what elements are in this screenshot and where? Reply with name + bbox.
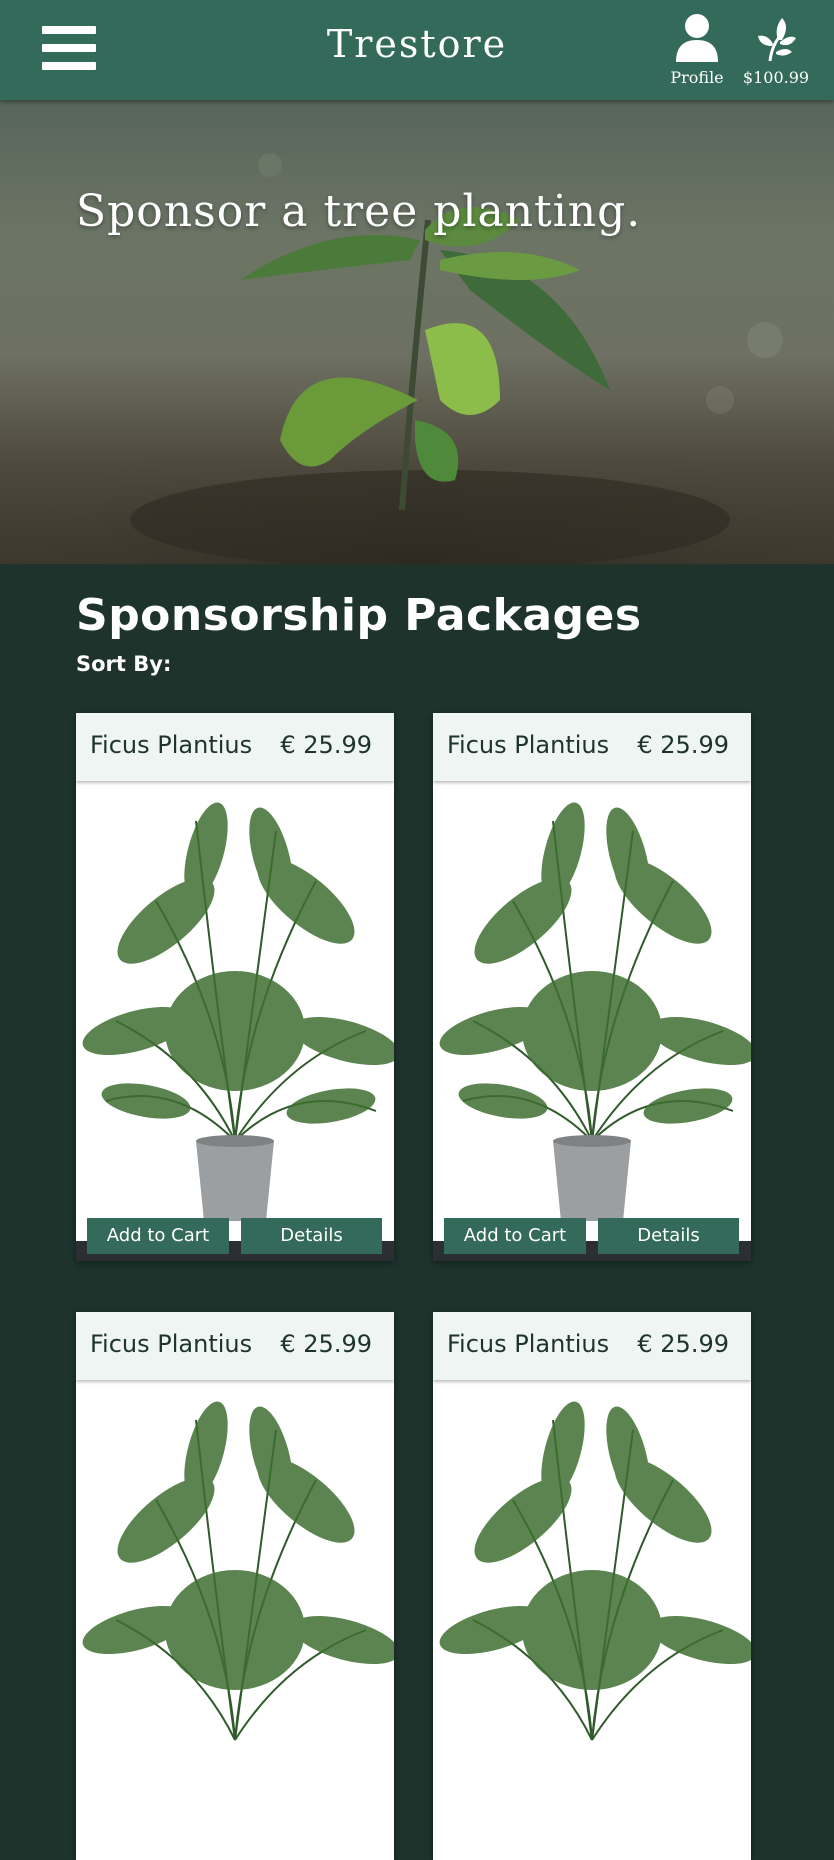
product-name: Ficus Plantius bbox=[90, 731, 253, 759]
potted-palm-image bbox=[76, 1380, 394, 1860]
sapling-image bbox=[0, 153, 834, 564]
product-card: Ficus Plantius € 25.99 bbox=[433, 1312, 751, 1860]
product-card: Ficus Plantius € 25.99 Add to Cart Detai… bbox=[76, 713, 394, 1261]
product-card-header: Ficus Plantius € 25.99 bbox=[76, 1312, 394, 1380]
hero-title: Sponsor a tree planting. bbox=[76, 186, 642, 237]
product-price: € 25.99 bbox=[637, 731, 729, 759]
top-nav-bar: Trestore Profile $100.99 bbox=[0, 0, 834, 100]
product-price: € 25.99 bbox=[637, 1330, 729, 1358]
hero-banner: Sponsor a tree planting. bbox=[0, 100, 834, 564]
product-card: Ficus Plantius € 25.99 Add to Cart Detai… bbox=[433, 713, 751, 1261]
product-name: Ficus Plantius bbox=[447, 731, 610, 759]
product-card-header: Ficus Plantius € 25.99 bbox=[433, 1312, 751, 1380]
potted-palm-image bbox=[433, 781, 751, 1261]
person-icon bbox=[676, 14, 718, 62]
potted-palm-image bbox=[433, 1380, 751, 1860]
product-name: Ficus Plantius bbox=[90, 1330, 253, 1358]
add-to-cart-button[interactable]: Add to Cart bbox=[87, 1218, 229, 1254]
product-price: € 25.99 bbox=[280, 1330, 372, 1358]
section-title: Sponsorship Packages bbox=[76, 590, 642, 641]
profile-button[interactable]: Profile bbox=[666, 12, 728, 87]
sprout-icon bbox=[758, 18, 796, 62]
balance-button[interactable]: $100.99 bbox=[740, 12, 812, 87]
add-to-cart-button[interactable]: Add to Cart bbox=[444, 1218, 586, 1254]
profile-label: Profile bbox=[670, 68, 724, 87]
product-card-header: Ficus Plantius € 25.99 bbox=[76, 713, 394, 781]
product-price: € 25.99 bbox=[280, 731, 372, 759]
details-button[interactable]: Details bbox=[241, 1218, 382, 1254]
product-card: Ficus Plantius € 25.99 bbox=[76, 1312, 394, 1860]
sort-by-label[interactable]: Sort By: bbox=[76, 652, 171, 676]
product-name: Ficus Plantius bbox=[447, 1330, 610, 1358]
balance-amount: $100.99 bbox=[742, 68, 810, 87]
details-button[interactable]: Details bbox=[598, 1218, 739, 1254]
product-card-header: Ficus Plantius € 25.99 bbox=[433, 713, 751, 781]
potted-palm-image bbox=[76, 781, 394, 1261]
